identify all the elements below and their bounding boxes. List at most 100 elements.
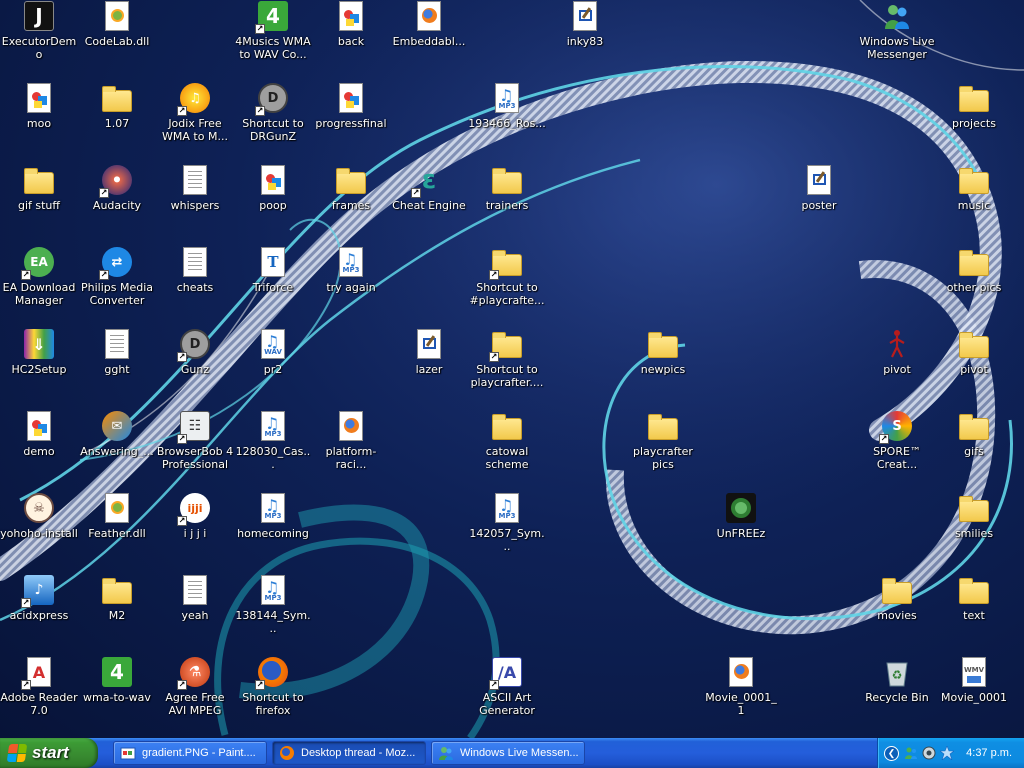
audacity-icon: ⚫ ↗	[99, 164, 133, 198]
dll-file-icon	[101, 492, 133, 524]
desktop-icon[interactable]: UnFREEz	[702, 492, 780, 572]
network-icon[interactable]	[940, 746, 954, 760]
desktop-icon[interactable]: projects	[935, 82, 1013, 162]
desktop-icon[interactable]: A ↗ Adobe Reader 7.0	[0, 656, 78, 736]
desktop-icon-label: SPORE™ Creat...	[873, 445, 921, 471]
desktop-icon[interactable]: yeah	[156, 574, 234, 654]
desktop-icon[interactable]: ⚗↗Agree Free AVI MPEG MOV ...	[156, 656, 234, 736]
messenger-tray-icon[interactable]	[904, 746, 918, 760]
desktop-icon[interactable]: D ↗ Gunz	[156, 328, 234, 408]
desktop-icon[interactable]: T Triforce	[234, 246, 312, 326]
desktop-icon[interactable]: ♻ Recycle Bin	[858, 656, 936, 736]
desktop-icon[interactable]: WMV Movie_0001	[935, 656, 1013, 736]
desktop-icon[interactable]: 4 ↗ 4Musics WMA to WAV Co...	[234, 0, 312, 80]
desktop[interactable]: J ExecutorDemo CodeLab.dll 4 ↗ 4Musics WMA to…	[0, 0, 1024, 738]
desktop-icon[interactable]: Embeddabl...	[390, 0, 468, 80]
desktop-icon[interactable]: S ↗ SPORE™ Creat...	[858, 410, 936, 490]
desktop-icon[interactable]: 1.07	[78, 82, 156, 162]
unfreez-icon	[725, 492, 757, 524]
desktop-icon[interactable]: ♫ MP3 138144_Sym...	[234, 574, 312, 654]
desktop-icon[interactable]: ↗ Shortcut to #playcrafte...	[468, 246, 546, 326]
desktop-icon[interactable]: poop	[234, 164, 312, 244]
start-button[interactable]: start	[0, 738, 98, 768]
desktop-icon[interactable]: J ExecutorDemo	[0, 0, 78, 80]
desktop-icon[interactable]: trainers	[468, 164, 546, 244]
volume-icon[interactable]	[922, 746, 936, 760]
desktop-icon[interactable]: Movie_0001_1	[702, 656, 780, 736]
desktop-icon[interactable]: moo	[0, 82, 78, 162]
desktop-icon[interactable]: ⇄ ↗ Philips Media Converter	[78, 246, 156, 326]
desktop-icon[interactable]: movies	[858, 574, 936, 654]
desktop-icon[interactable]: demo	[0, 410, 78, 490]
answering-icon: ✉	[101, 410, 133, 442]
desktop-icon[interactable]: 4 wma-to-wav	[78, 656, 156, 736]
shortcut-arrow-icon: ↗	[177, 434, 187, 444]
desktop-icon[interactable]: ♫ MP3 homecoming	[234, 492, 312, 572]
desktop-icon[interactable]: gght	[78, 328, 156, 408]
desktop-icon[interactable]: ♫ MP3 142057_Sym...	[468, 492, 546, 572]
image-file-icon	[335, 0, 367, 32]
desktop-icon[interactable]: ↗ Shortcut to playcrafter....	[468, 328, 546, 408]
desktop-icon[interactable]: cheats	[156, 246, 234, 326]
spore-icon: S ↗	[879, 410, 913, 444]
desktop-icon-label: Shortcut to DRGunZ	[242, 117, 304, 143]
image-file-icon	[23, 82, 55, 114]
taskbar-button[interactable]: Windows Live Messen...	[431, 741, 585, 765]
desktop-icon[interactable]: inky83	[546, 0, 624, 80]
folder-icon	[958, 410, 990, 442]
chevron-left-icon[interactable]: ❮	[884, 745, 899, 761]
desktop-icon[interactable]: M2	[78, 574, 156, 654]
desktop-icon[interactable]: EA ↗ EA Download Manager	[0, 246, 78, 326]
desktop-icon[interactable]: playcrafter pics	[624, 410, 702, 490]
desktop-icon-label: HC2Setup	[11, 363, 67, 376]
desktop-icon[interactable]: ♫ MP3 try again	[312, 246, 390, 326]
paint-image-icon	[569, 0, 601, 32]
desktop-icon[interactable]: platform-raci...	[312, 410, 390, 490]
desktop-icon[interactable]: CodeLab.dll	[78, 0, 156, 80]
gunz-icon: D ↗	[255, 82, 289, 116]
desktop-icon[interactable]: newpics	[624, 328, 702, 408]
desktop-icon[interactable]: smilies	[935, 492, 1013, 572]
desktop-icon[interactable]: /A ↗ ASCII Art Generator	[468, 656, 546, 736]
desktop-icon[interactable]: gifs	[935, 410, 1013, 490]
desktop-icon[interactable]: ♫ MP3 128030_Cas...	[234, 410, 312, 490]
desktop-icon[interactable]: Windows Live Messenger	[858, 0, 936, 80]
desktop-icon[interactable]: ⇓ HC2Setup	[0, 328, 78, 408]
desktop-icon[interactable]: pivot	[935, 328, 1013, 408]
shortcut-arrow-icon: ↗	[489, 352, 499, 362]
desktop-icon[interactable]: ♫ ↗ Jodix Free WMA to M...	[156, 82, 234, 162]
desktop-icon[interactable]: ♫ WAV pr2	[234, 328, 312, 408]
font-file-icon: T	[257, 246, 289, 278]
desktop-icon-label: Movie_0001	[940, 691, 1008, 704]
desktop-icon[interactable]: poster	[780, 164, 858, 244]
desktop-icon[interactable]: progressfinal	[312, 82, 390, 162]
desktop-icon-label: gif stuff	[17, 199, 60, 212]
desktop-icon[interactable]: text	[935, 574, 1013, 654]
desktop-icon[interactable]: gif stuff	[0, 164, 78, 244]
desktop-icon[interactable]: catowal scheme	[468, 410, 546, 490]
desktop-icon[interactable]: ijji ↗ i j j i	[156, 492, 234, 572]
desktop-icon-label: 142057_Sym...	[469, 527, 545, 553]
desktop-icon[interactable]: whispers	[156, 164, 234, 244]
desktop-icon[interactable]: ☠ yohoho-install	[0, 492, 78, 572]
desktop-icon[interactable]: D ↗ Shortcut to DRGunZ	[234, 82, 312, 162]
desktop-icon[interactable]: other pics	[935, 246, 1013, 326]
desktop-icon[interactable]: ♫ MP3 193466_Ros...	[468, 82, 546, 162]
desktop-icon[interactable]: ⚫ ↗ Audacity	[78, 164, 156, 244]
clock[interactable]: 4:37 p.m.	[966, 747, 1012, 759]
desktop-icon[interactable]: ♪ ↗ acidxpress	[0, 574, 78, 654]
shortcut-arrow-icon: ↗	[99, 188, 109, 198]
taskbar-button[interactable]: gradient.PNG - Paint....	[113, 741, 267, 765]
desktop-icon[interactable]: pivot	[858, 328, 936, 408]
desktop-icon[interactable]: ↗ Shortcut to firefox	[234, 656, 312, 736]
desktop-icon[interactable]: Feather.dll	[78, 492, 156, 572]
desktop-icon[interactable]: lazer	[390, 328, 468, 408]
acid-icon: ♪ ↗	[21, 574, 55, 608]
taskbar-button[interactable]: Desktop thread - Moz...	[272, 741, 426, 765]
desktop-icon[interactable]: music	[935, 164, 1013, 244]
desktop-icon[interactable]: frames	[312, 164, 390, 244]
desktop-icon[interactable]: ☷ ↗ BrowserBob 4 Professional	[156, 410, 234, 490]
desktop-icon[interactable]: ✉ Answering_...	[78, 410, 156, 490]
desktop-icon[interactable]: ε ↗ Cheat Engine	[390, 164, 468, 244]
desktop-icon[interactable]: back	[312, 0, 390, 80]
